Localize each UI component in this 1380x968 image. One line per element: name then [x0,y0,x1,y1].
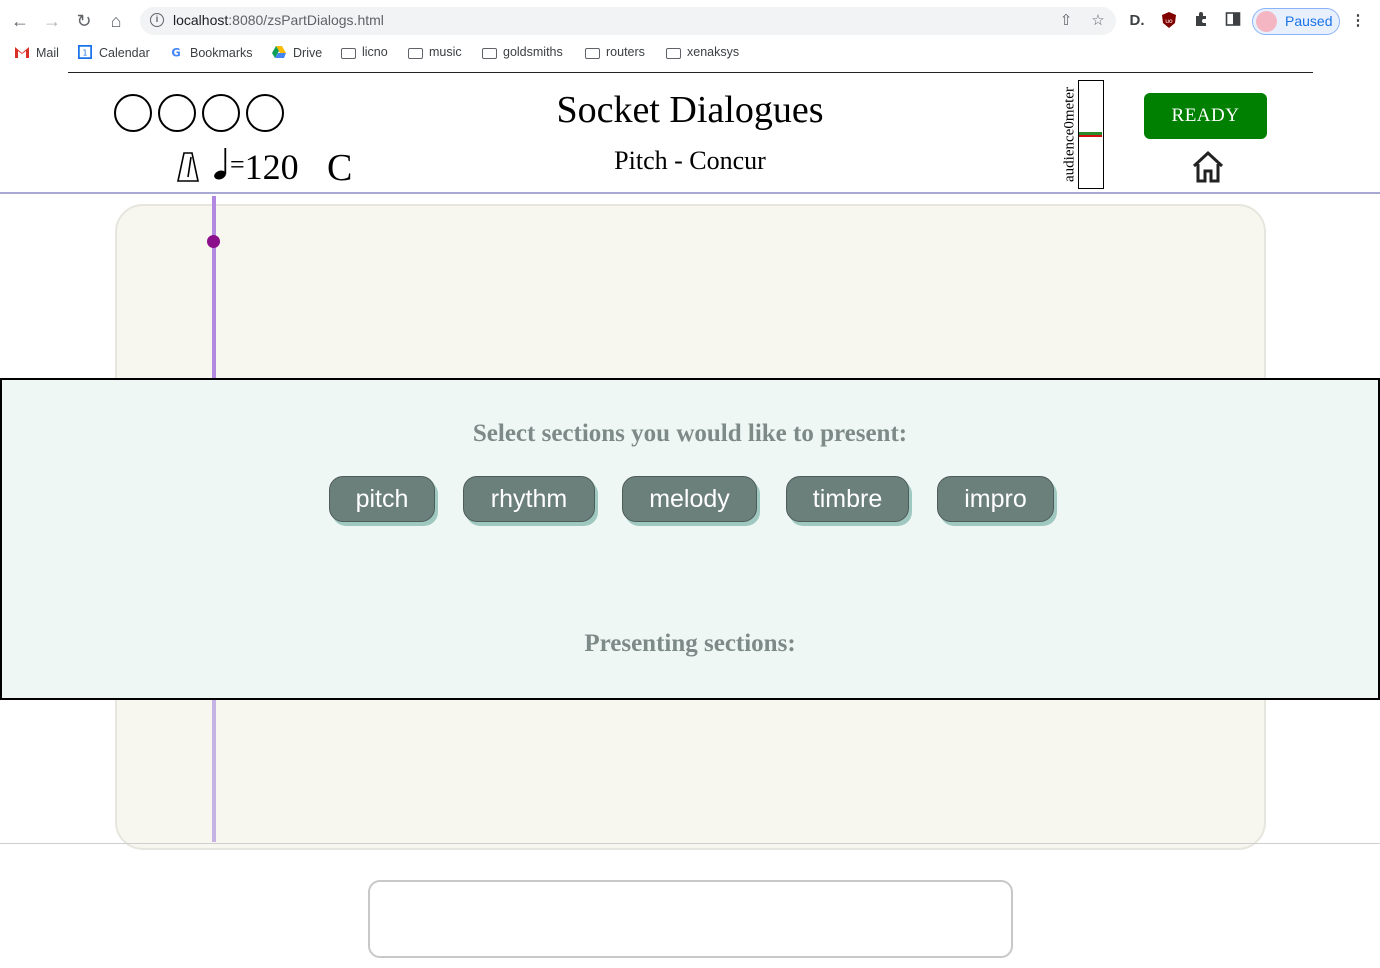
folder-icon [408,48,423,59]
bookmark-label: routers [606,45,645,59]
forward-icon[interactable]: → [40,9,64,33]
bookmarks-bar: Mail 1 Calendar G Bookmarks Drive licno mu… [0,42,1380,66]
bookmark-music[interactable]: music [408,45,462,63]
bookmark-xenaksys[interactable]: xenaksys [666,45,739,63]
section-button-timbre[interactable]: timbre [786,476,909,522]
bookmark-licno[interactable]: licno [341,45,388,63]
address-bar[interactable]: i localhost:8080/zsPartDialogs.html ⇧ ☆ [140,7,1116,35]
svg-text:G: G [171,45,180,59]
status-circle-4 [246,94,284,132]
svg-text:1: 1 [82,49,87,58]
page-bottom-divider [0,843,1380,844]
profile-status-label: Paused [1285,13,1333,29]
presenting-sections-heading: Presenting sections: [584,630,796,657]
bookmark-label: music [429,45,462,59]
side-panel-icon[interactable] [1223,11,1243,31]
avatar [1256,11,1277,32]
reload-icon[interactable]: ↻ [72,9,96,33]
drive-icon [272,46,286,58]
extensions-puzzle-icon[interactable] [1191,11,1211,31]
extension-d-icon[interactable]: D. [1127,11,1147,31]
quarter-note-icon [214,148,227,180]
message-box[interactable] [368,880,1013,958]
tempo-value: 120 [244,147,299,187]
audience-meter-level-red [1079,135,1102,137]
bookmark-label: Bookmarks [190,46,253,60]
playback-cursor-line-active [212,196,216,378]
ready-button[interactable]: READY [1144,93,1267,139]
status-circle-1 [114,94,152,132]
bookmark-label: Calendar [99,46,150,60]
google-icon: G [171,45,180,59]
bookmark-star-icon[interactable]: ☆ [1089,12,1107,30]
key-label: C [327,147,353,189]
bookmark-bookmarks[interactable]: G Bookmarks [168,45,253,63]
browser-toolbar: ← → ↻ ⌂ i localhost:8080/zsPartDialogs.h… [0,0,1380,42]
header-bottom-divider [0,192,1380,194]
gmail-icon [15,47,29,58]
share-icon[interactable]: ⇧ [1057,12,1075,30]
audience-meter-label-text: audience0meter [1061,87,1078,182]
section-button-pitch[interactable]: pitch [329,476,435,522]
bookmark-calendar[interactable]: 1 Calendar [77,45,150,63]
back-icon[interactable]: ← [8,9,32,33]
tempo-equals: = [230,150,245,179]
folder-icon [666,48,681,59]
bookmark-label: goldsmiths [503,45,563,59]
profile-paused-button[interactable]: Paused [1252,8,1340,35]
section-button-rhythm[interactable]: rhythm [463,476,595,522]
audience-meter [1078,80,1104,189]
bookmark-goldsmiths[interactable]: goldsmiths [482,45,563,63]
header-top-divider [68,72,1313,73]
bookmark-mail[interactable]: Mail [14,45,59,63]
bookmark-drive[interactable]: Drive [271,45,322,63]
section-button-melody[interactable]: melody [622,476,757,522]
url-text: localhost:8080/zsPartDialogs.html [173,12,384,28]
folder-icon [585,48,600,59]
bookmark-routers[interactable]: routers [585,45,645,63]
bookmark-label: Mail [36,46,59,60]
bookmark-label: licno [362,45,388,59]
status-circle-3 [202,94,240,132]
metronome-icon [177,152,199,182]
site-info-icon[interactable]: i [150,13,164,27]
page-title: Socket Dialogues [556,89,824,131]
folder-icon [341,48,356,59]
bookmark-label: xenaksys [687,45,740,59]
home-icon[interactable] [1190,150,1226,184]
page-subtitle: Pitch - Concur [614,146,766,175]
section-button-impro[interactable]: impro [937,476,1054,522]
svg-text:uo: uo [1165,18,1173,25]
audience-meter-label: audience0meter [1061,82,1079,188]
home-browser-icon[interactable]: ⌂ [104,9,128,33]
playback-cursor-dot [207,235,220,248]
ublock-icon[interactable]: uo [1159,11,1179,31]
dialog-heading: Select sections you would like to presen… [472,420,908,447]
tempo-marking: =120 [212,146,299,188]
folder-icon [482,48,497,59]
bookmark-label: Drive [293,46,323,60]
status-circle-2 [158,94,196,132]
section-select-dialog: Select sections you would like to presen… [0,378,1380,700]
chrome-menu-icon[interactable]: ⋮ [1348,11,1368,31]
calendar-icon: 1 [78,45,92,59]
